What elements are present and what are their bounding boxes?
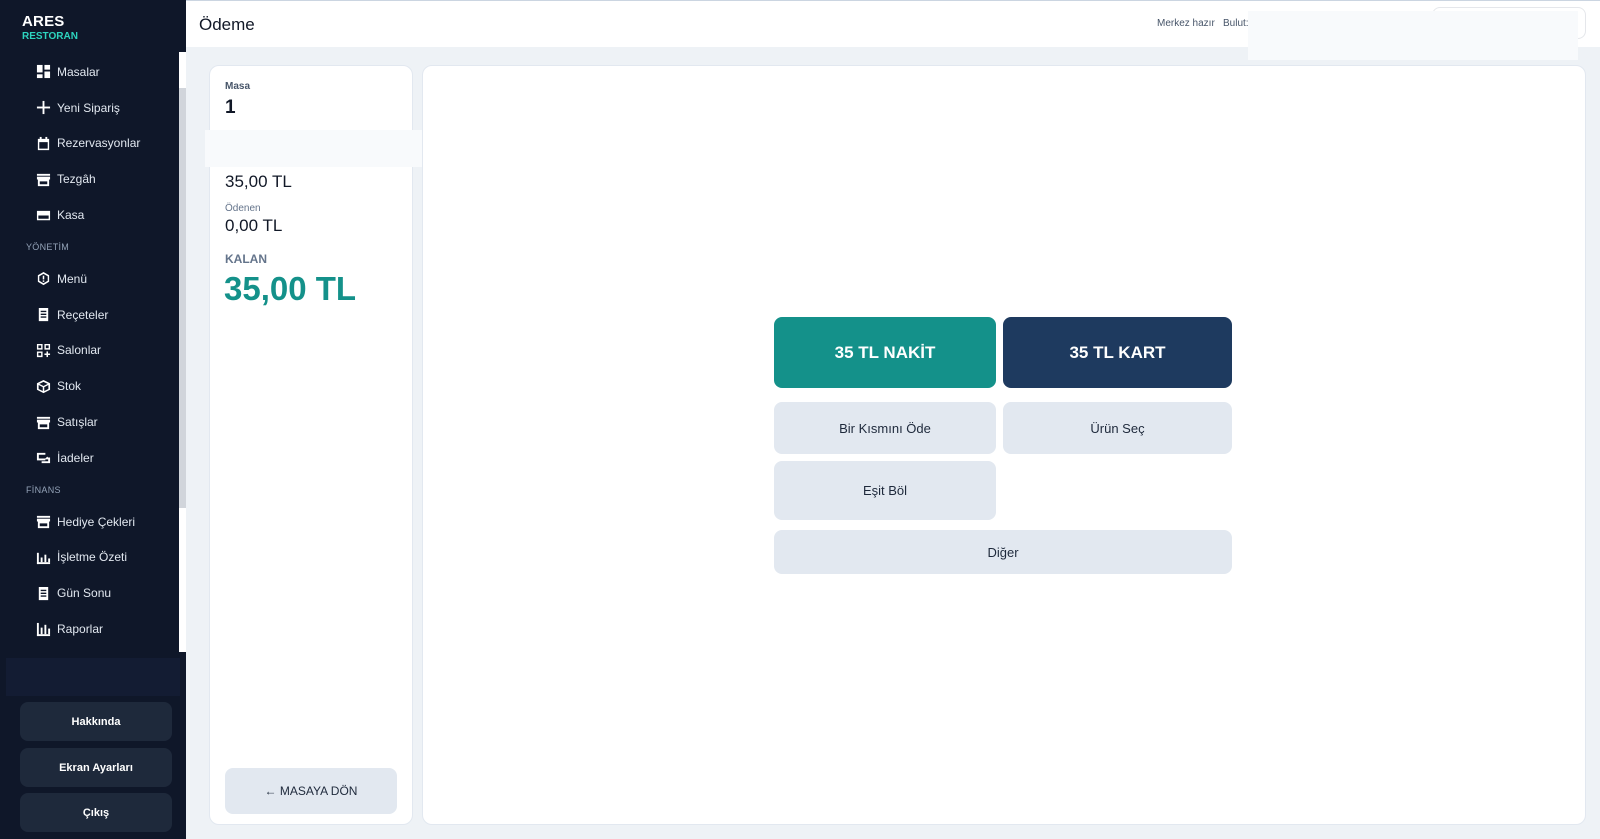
- status-center-ready: Merkez hazır: [1157, 18, 1215, 29]
- table-label: Masa: [225, 81, 251, 92]
- sidebar-item-label: Stok: [57, 379, 82, 394]
- sidebar-item-kasa[interactable]: Kasa: [0, 197, 180, 233]
- box-icon: [36, 379, 51, 394]
- sidebar-item-label: Kasa: [57, 208, 85, 223]
- partial-payment-button[interactable]: Bir Kısmını Öde: [774, 402, 996, 454]
- document-icon: [36, 586, 51, 601]
- paid-amount: 0,00 TL: [225, 216, 283, 235]
- about-button[interactable]: Hakkında: [20, 702, 172, 741]
- page-title: Ödeme: [199, 15, 255, 34]
- sidebar-footer-panel: [6, 658, 180, 696]
- sidebar-item-label: Hediye Çekleri: [57, 514, 136, 529]
- sidebar-item-rezervasyonlar[interactable]: Rezervasyonlar: [0, 126, 180, 162]
- bar-chart-icon: [36, 550, 51, 565]
- brand-name: ARES: [22, 13, 65, 30]
- sidebar-item-label: Reçeteler: [57, 307, 109, 322]
- logout-button[interactable]: Çıkış: [20, 793, 172, 832]
- back-to-table-button[interactable]: ← MASAYA DÖN: [225, 768, 397, 814]
- sidebar-item-label: Menü: [57, 271, 88, 286]
- grid-plus-icon: [36, 343, 51, 358]
- sidebar-item-label: Satışlar: [57, 415, 98, 430]
- store-icon: [36, 172, 51, 187]
- select-item-button[interactable]: Ürün Seç: [1003, 402, 1232, 454]
- document-icon: [36, 307, 51, 322]
- plus-icon: [36, 100, 51, 115]
- sidebar-item-label: İşletme Özeti: [57, 550, 128, 565]
- card-icon: [36, 208, 51, 223]
- remaining-label: KALAN: [225, 252, 267, 266]
- store-icon: [36, 415, 51, 430]
- store-icon: [36, 514, 51, 529]
- sidebar-item-label: Masalar: [57, 64, 100, 79]
- table-number: 1: [225, 97, 236, 118]
- sidebar-item-label: Gün Sonu: [57, 586, 112, 601]
- brand-subtitle: RESTORAN: [22, 31, 78, 42]
- sidebar-scrollbar-thumb[interactable]: [179, 88, 186, 508]
- section-heading-management: YÖNETİM: [26, 241, 70, 252]
- status-cloud: Bulut:: [1223, 18, 1249, 29]
- sidebar-item-stok[interactable]: Stok: [0, 368, 180, 404]
- section-heading-finance: FİNANS: [26, 484, 61, 495]
- sidebar-item-gun-sonu[interactable]: Gün Sonu: [0, 575, 180, 611]
- sidebar-item-menu[interactable]: Menü: [0, 261, 180, 297]
- split-equal-button[interactable]: Eşit Böl: [774, 461, 996, 520]
- total-amount: 35,00 TL: [225, 172, 292, 191]
- sidebar-item-label: İadeler: [57, 450, 94, 465]
- pay-card-button[interactable]: 35 TL KART: [1003, 317, 1232, 388]
- brand-logo: ARES RESTORAN: [22, 13, 78, 42]
- screen-settings-button[interactable]: Ekran Ayarları: [20, 748, 172, 787]
- top-header: Ödeme Merkez hazır Bulut:: [186, 0, 1600, 60]
- pay-cash-button[interactable]: 35 TL NAKİT: [774, 317, 996, 388]
- paid-label: Ödenen: [225, 203, 261, 214]
- sidebar: ARES RESTORAN Masalar Yeni Sipariş Rezer…: [0, 0, 186, 839]
- sidebar-item-yeni-siparis[interactable]: Yeni Sipariş: [0, 90, 180, 126]
- sidebar-item-label: Salonlar: [57, 343, 102, 358]
- remaining-amount: 35,00 TL: [224, 270, 357, 307]
- sidebar-item-receteler[interactable]: Reçeteler: [0, 297, 180, 333]
- sidebar-item-satislar[interactable]: Satışlar: [0, 404, 180, 440]
- grid-icon: [36, 64, 51, 79]
- sidebar-item-iadeler[interactable]: İadeler: [0, 440, 180, 476]
- sidebar-item-hediye-cekleri[interactable]: Hediye Çekleri: [0, 504, 180, 540]
- sidebar-item-label: Raporlar: [57, 622, 104, 637]
- sidebar-item-label: Tezgâh: [57, 172, 96, 187]
- sidebar-item-masalar[interactable]: Masalar: [0, 54, 180, 90]
- calendar-icon: [36, 136, 51, 151]
- bar-chart-icon: [36, 622, 51, 637]
- hexagon-icon: [36, 271, 51, 286]
- sidebar-item-salonlar[interactable]: Salonlar: [0, 333, 180, 369]
- header-overlay-panel: [1248, 11, 1578, 60]
- payment-summary-card: Masa 1 35,00 TL Ödenen 0,00 TL KALAN 35,…: [209, 65, 413, 825]
- sidebar-item-label: Rezervasyonlar: [57, 136, 141, 151]
- sidebar-item-raporlar[interactable]: Raporlar: [0, 611, 180, 647]
- sidebar-item-tezgah[interactable]: Tezgâh: [0, 161, 180, 197]
- sidebar-item-label: Yeni Sipariş: [57, 100, 120, 115]
- sidebar-nav: Masalar Yeni Sipariş Rezervasyonlar Tezg…: [0, 54, 180, 647]
- other-payment-button[interactable]: Diğer: [774, 530, 1232, 574]
- return-icon: [36, 450, 51, 465]
- sidebar-item-isletme-ozeti[interactable]: İşletme Özeti: [0, 540, 180, 576]
